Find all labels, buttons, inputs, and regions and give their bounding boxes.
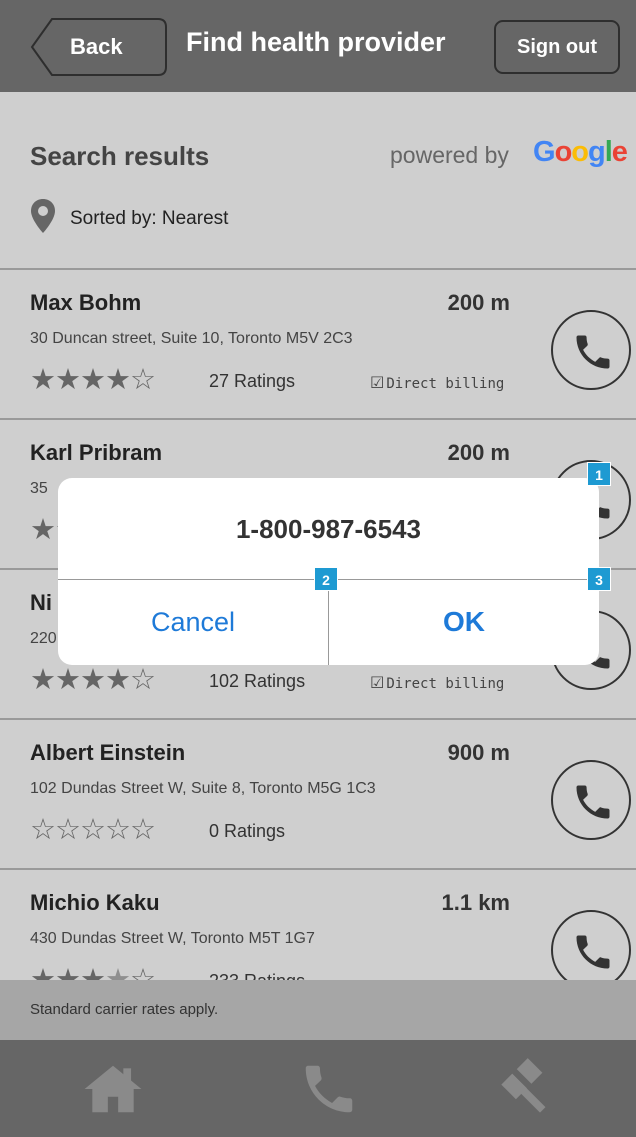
provider-address: 220 <box>30 630 57 647</box>
phone-icon <box>576 335 610 369</box>
provider-address: 35 <box>30 480 48 497</box>
star-empty-icon: ☆ <box>130 814 156 846</box>
provider-item[interactable]: Michio Kaku 1.1 km 430 Dundas Street W, … <box>0 870 636 980</box>
star-full-icon: ★ <box>80 964 106 980</box>
phone-icon <box>305 1065 353 1113</box>
direct-billing-label: Direct billing <box>386 676 505 692</box>
star-empty-icon: ☆ <box>105 814 131 846</box>
app-header: Back Find health provider Sign out <box>0 0 636 92</box>
star-empty-icon: ☆ <box>130 964 156 980</box>
star-full-icon: ★ <box>30 964 56 980</box>
star-full-icon: ★ <box>55 964 81 980</box>
star-full-icon: ★ <box>105 664 131 696</box>
back-label: Back <box>70 34 123 59</box>
phone-icon <box>576 785 610 819</box>
provider-name: Ni <box>30 590 52 615</box>
ratings-count: 27 Ratings <box>209 371 296 391</box>
star-rating: ★★★★☆ <box>30 364 156 396</box>
star-empty-icon: ☆ <box>30 814 56 846</box>
annotation-marker: 1 <box>587 462 611 486</box>
direct-billing-badge: ☑ Direct billing <box>370 673 504 692</box>
call-button[interactable] <box>551 910 631 980</box>
provider-name: Max Bohm <box>30 290 142 315</box>
star-full-icon: ★ <box>80 664 106 696</box>
provider-distance: 200 m <box>447 290 510 315</box>
google-letter: G <box>533 136 556 168</box>
call-button[interactable] <box>551 760 631 840</box>
provider-distance: 900 m <box>447 740 510 765</box>
google-letter: o <box>554 136 573 168</box>
star-empty-icon: ☆ <box>80 814 106 846</box>
dialog-phone-number: 1-800-987-6543 <box>235 514 422 544</box>
provider-name: Karl Pribram <box>30 440 163 465</box>
cancel-button[interactable]: Cancel <box>58 579 328 665</box>
annotation-marker: 3 <box>587 567 611 591</box>
ratings-count: 233 Ratings <box>209 971 305 980</box>
star-rating: ★★★★☆ <box>30 664 156 696</box>
google-letter: l <box>604 136 613 168</box>
home-icon <box>84 1065 142 1113</box>
star-full-icon: ★ <box>55 364 81 396</box>
star-half-icon: ★ <box>105 964 131 980</box>
provider-item[interactable]: Max Bohm 200 m 30 Duncan street, Suite 1… <box>0 270 636 420</box>
sign-out-button[interactable]: Sign out <box>494 20 620 74</box>
star-empty-icon: ☆ <box>130 364 156 396</box>
back-button[interactable]: Back <box>30 17 168 77</box>
call-button[interactable] <box>551 310 631 390</box>
star-full-icon: ★ <box>30 664 56 696</box>
provider-item[interactable]: Albert Einstein 900 m 102 Dundas Street … <box>0 720 636 870</box>
star-full-icon: ★ <box>80 364 106 396</box>
ok-button[interactable]: OK <box>329 579 599 665</box>
provider-name: Michio Kaku <box>30 890 160 915</box>
direct-billing-label: Direct billing <box>386 376 505 392</box>
location-pin-icon <box>31 199 55 233</box>
provider-distance: 1.1 km <box>441 890 511 915</box>
star-rating: ☆☆☆☆☆ <box>30 814 156 846</box>
bottom-tab-bar <box>0 1040 636 1137</box>
google-letter: o <box>571 136 589 168</box>
google-logo: Google <box>533 136 628 169</box>
provider-address: 102 Dundas Street W, Suite 8, Toronto M5… <box>30 780 376 797</box>
call-tab[interactable] <box>298 1058 360 1120</box>
provider-name: Albert Einstein <box>30 740 186 765</box>
results-title: Search results <box>30 141 210 171</box>
ratings-count: 102 Ratings <box>209 671 306 691</box>
star-full-icon: ★ <box>30 514 56 546</box>
results-header: Search results powered by Google Sorted … <box>0 92 636 270</box>
star-full-icon: ★ <box>30 364 56 396</box>
star-rating: ★★★★☆ <box>30 964 156 980</box>
star-empty-icon: ☆ <box>130 664 156 696</box>
star-empty-icon: ☆ <box>55 814 81 846</box>
gavel-icon <box>501 1058 546 1113</box>
google-letter: g <box>588 136 606 168</box>
page-title: Find health provider <box>186 27 446 57</box>
checkbox-icon: ☑ <box>370 373 385 392</box>
provider-address: 430 Dundas Street W, Toronto M5T 1G7 <box>30 930 315 947</box>
phone-icon <box>576 935 610 969</box>
home-tab[interactable] <box>82 1058 144 1120</box>
ratings-count: 0 Ratings <box>209 821 286 841</box>
direct-billing-badge: ☑ Direct billing <box>370 373 504 392</box>
star-full-icon: ★ <box>105 364 131 396</box>
star-full-icon: ★ <box>55 664 81 696</box>
carrier-rates-note: Standard carrier rates apply. <box>0 980 636 1040</box>
provider-distance: 200 m <box>447 440 510 465</box>
powered-by-label: powered by <box>390 142 509 168</box>
provider-address: 30 Duncan street, Suite 10, Toronto M5V … <box>30 330 353 347</box>
annotation-marker: 2 <box>314 567 338 591</box>
sort-selector[interactable]: Sorted by: Nearest <box>70 208 228 230</box>
carrier-rates-text: Standard carrier rates apply. <box>30 1001 219 1018</box>
settings-tab[interactable] <box>496 1058 558 1120</box>
checkbox-icon: ☑ <box>370 673 385 692</box>
google-letter: e <box>611 136 628 168</box>
